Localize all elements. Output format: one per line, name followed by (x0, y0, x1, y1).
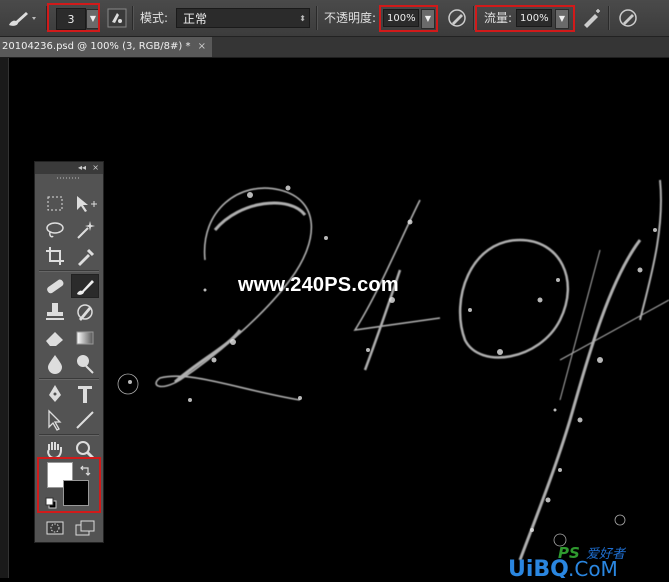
screen-mode-icon (75, 520, 95, 536)
separator (316, 6, 318, 30)
type-t-icon (78, 386, 92, 403)
size-pressure-button[interactable] (617, 7, 639, 29)
brush-panel-icon (107, 8, 127, 28)
uibq-logo-icon: PS 爱好者 UiBQ .CoM (508, 544, 627, 582)
tool-divider (39, 378, 99, 380)
eyedropper-tool[interactable] (71, 244, 99, 268)
crop-tool[interactable] (41, 244, 69, 268)
line-icon (76, 411, 94, 429)
crop-icon (46, 247, 64, 265)
opacity-label: 不透明度: (324, 11, 377, 25)
gradient-tool[interactable] (71, 326, 99, 350)
highlight-box-brush-size (47, 3, 100, 32)
marquee-tool[interactable] (41, 192, 69, 216)
options-bar: 3 ▼ 模式: 正常 ⬍ 不透明度: 100% ▼ 流量: 100% ▼ (0, 0, 669, 37)
highlight-box-colors (37, 457, 101, 513)
highlight-box-flow (475, 5, 575, 32)
close-icon[interactable]: × (198, 37, 206, 57)
close-icon[interactable]: × (92, 162, 99, 174)
mode-label: 模式: (140, 11, 169, 25)
brush-tool[interactable] (71, 274, 99, 298)
pen-icon (49, 385, 61, 402)
magic-wand-tool[interactable] (71, 218, 99, 242)
tool-divider (39, 270, 99, 272)
pen-pressure-icon (448, 9, 466, 27)
document-tab[interactable]: 20104236.psd @ 100% (3, RGB/8#) * × (0, 37, 212, 57)
airbrush-icon (584, 9, 600, 28)
rect-marquee-icon (47, 196, 63, 211)
svg-text:UiBQ: UiBQ (508, 557, 569, 578)
canvas-left-edge (0, 58, 9, 578)
document-tab-bar: 20104236.psd @ 100% (3, RGB/8#) * × (0, 37, 669, 58)
eraser-tool[interactable] (41, 326, 69, 350)
clone-stamp-tool[interactable] (41, 300, 69, 324)
move-icon (77, 196, 97, 212)
line-tool[interactable] (71, 408, 99, 432)
lasso-icon (46, 222, 64, 238)
quick-mask-icon (46, 521, 64, 535)
brush-icon (9, 12, 36, 26)
blur-tool[interactable] (41, 352, 69, 376)
svg-text:.CoM: .CoM (568, 557, 618, 578)
pen-pressure-icon (619, 9, 637, 27)
panel-grip[interactable] (35, 174, 103, 182)
dodge-tool[interactable] (71, 352, 99, 376)
screen-mode-button[interactable] (71, 516, 99, 540)
history-brush-tool[interactable] (71, 300, 99, 324)
highlight-box-opacity (379, 5, 438, 32)
tools-panel: ◂◂ × (34, 161, 104, 543)
stamp-icon (46, 303, 64, 320)
history-brush-icon (77, 304, 93, 321)
move-tool[interactable] (71, 192, 99, 216)
tools-panel-header: ◂◂ × (35, 162, 103, 174)
path-selection-tool[interactable] (41, 408, 69, 432)
mode-value: 正常 (183, 12, 208, 26)
blur-drop-icon (48, 355, 62, 374)
healing-brush-tool[interactable] (41, 274, 69, 298)
brush-icon (77, 280, 94, 295)
path-select-icon (48, 409, 62, 431)
tool-divider (39, 434, 99, 436)
site-logo: PS 爱好者 UiBQ .CoM (508, 540, 668, 582)
dodge-icon (77, 355, 94, 374)
updown-arrows-icon: ⬍ (299, 14, 306, 23)
eyedropper-icon (78, 248, 95, 266)
watermark-text: www.240PS.com (238, 274, 399, 296)
quick-mask-button[interactable] (41, 516, 69, 540)
collapse-icon[interactable]: ◂◂ (78, 162, 86, 174)
mode-select[interactable]: 正常 ⬍ (176, 8, 310, 28)
separator (132, 6, 134, 30)
separator (608, 6, 610, 30)
bandage-icon (47, 279, 64, 294)
magic-wand-icon (77, 221, 95, 239)
type-tool[interactable] (71, 382, 99, 406)
pen-tool[interactable] (41, 382, 69, 406)
gradient-icon (76, 331, 94, 345)
brush-preset-picker[interactable] (6, 8, 36, 28)
document-title: 20104236.psd @ 100% (3, RGB/8#) * (2, 41, 191, 52)
brush-panel-toggle[interactable] (106, 7, 128, 29)
eraser-icon (46, 332, 63, 346)
airbrush-button[interactable] (581, 7, 603, 29)
opacity-pressure-button[interactable] (446, 7, 468, 29)
lasso-tool[interactable] (41, 218, 69, 242)
